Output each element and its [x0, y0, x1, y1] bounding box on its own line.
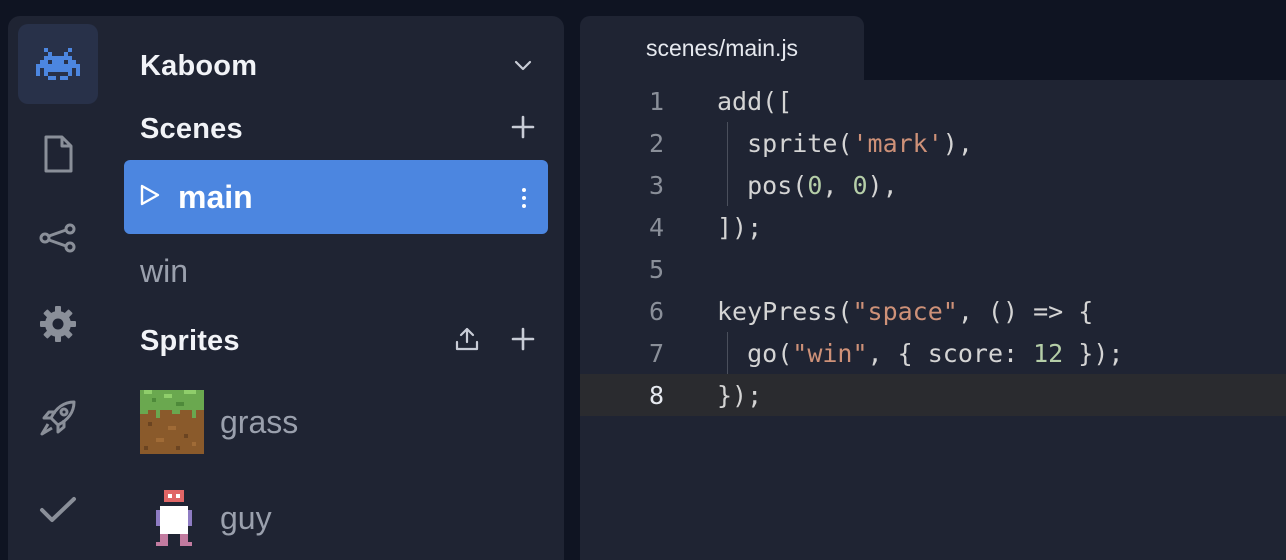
- code-line[interactable]: 8});: [580, 374, 1286, 416]
- rocket-icon: [38, 398, 78, 438]
- code-text: ]);: [717, 212, 763, 242]
- add-sprite-button[interactable]: [508, 326, 538, 356]
- grass-sprite-thumbnail: [140, 390, 204, 454]
- code-text: });: [717, 380, 763, 410]
- tab-label: scenes/main.js: [645, 34, 799, 61]
- scenes-title: Scenes: [140, 112, 243, 145]
- code-line[interactable]: 7 go("win", { score: 12 });: [580, 332, 1286, 374]
- plus-icon: [511, 327, 535, 356]
- share-nodes-icon: [38, 223, 78, 253]
- project-header[interactable]: Kaboom: [124, 44, 548, 88]
- rail-item-files[interactable]: [18, 114, 98, 194]
- rail-item-game[interactable]: [18, 24, 98, 104]
- code-line[interactable]: 4]);: [580, 206, 1286, 248]
- scene-item-win[interactable]: win: [124, 234, 548, 308]
- chevron-down-icon[interactable]: [508, 51, 538, 81]
- line-number: 5: [648, 254, 664, 284]
- play-icon[interactable]: [140, 184, 160, 211]
- file-icon: [40, 134, 76, 174]
- line-number: 3: [648, 170, 664, 200]
- line-number: 8: [648, 380, 664, 410]
- rail-item-share[interactable]: [18, 198, 98, 278]
- code-editor: scenes/main.js 1 add([2 sprite('mark'), 3 …: [580, 16, 1286, 560]
- guy-sprite-thumbnail: [140, 486, 204, 550]
- upload-sprite-button[interactable]: [452, 326, 482, 356]
- line-number: 4: [648, 212, 664, 242]
- plus-icon: [511, 115, 535, 144]
- sprite-item-guy[interactable]: guy: [140, 482, 272, 554]
- sprites-header: Sprites: [124, 319, 548, 363]
- sprite-label: grass: [220, 403, 299, 440]
- line-number: 1: [648, 86, 664, 116]
- line-number: 6: [648, 296, 664, 326]
- gear-icon: [39, 305, 77, 343]
- rail-item-check[interactable]: [18, 470, 98, 550]
- line-number: 2: [648, 128, 664, 158]
- scene-label: main: [178, 178, 253, 215]
- sprite-label: guy: [220, 499, 272, 536]
- code-text: add([: [717, 86, 793, 116]
- indent-guide: [727, 332, 728, 374]
- game-controller-icon: [36, 48, 80, 80]
- tab-main-js[interactable]: scenes/main.js: [580, 16, 864, 80]
- sprite-item-grass[interactable]: grass: [140, 386, 298, 458]
- project-name: Kaboom: [140, 49, 258, 82]
- checkmark-icon: [38, 495, 78, 525]
- indent-guide: [727, 122, 728, 206]
- code-line[interactable]: 3 pos(0, 0),: [580, 164, 1286, 206]
- code-text: go("win", { score: 12 });: [717, 338, 1124, 368]
- rail-item-settings[interactable]: [18, 284, 98, 364]
- left-panel: Kaboom Scenes main win Sprites grass guy: [8, 16, 564, 560]
- code-line[interactable]: 6 keyPress("space", () => {: [580, 290, 1286, 332]
- code-area[interactable]: 1 add([2 sprite('mark'), 3 pos(0, 0), 4]); 5…: [580, 80, 1286, 560]
- code-text: sprite('mark'),: [717, 128, 973, 158]
- scene-item-main[interactable]: main: [124, 160, 548, 234]
- code-line[interactable]: 5: [580, 248, 1286, 290]
- sprites-title: Sprites: [140, 324, 240, 357]
- rail-item-deploy[interactable]: [18, 378, 98, 458]
- upload-icon: [454, 326, 480, 357]
- code-text: keyPress("space", () => {: [717, 296, 1094, 326]
- line-number: 7: [648, 338, 664, 368]
- code-line[interactable]: 1 add([: [580, 80, 1286, 122]
- more-options-icon[interactable]: [522, 188, 526, 208]
- scenes-header: Scenes: [124, 107, 548, 151]
- code-line[interactable]: 2 sprite('mark'),: [580, 122, 1286, 164]
- scene-label: win: [140, 252, 189, 289]
- code-text: pos(0, 0),: [717, 170, 898, 200]
- add-scene-button[interactable]: [508, 114, 538, 144]
